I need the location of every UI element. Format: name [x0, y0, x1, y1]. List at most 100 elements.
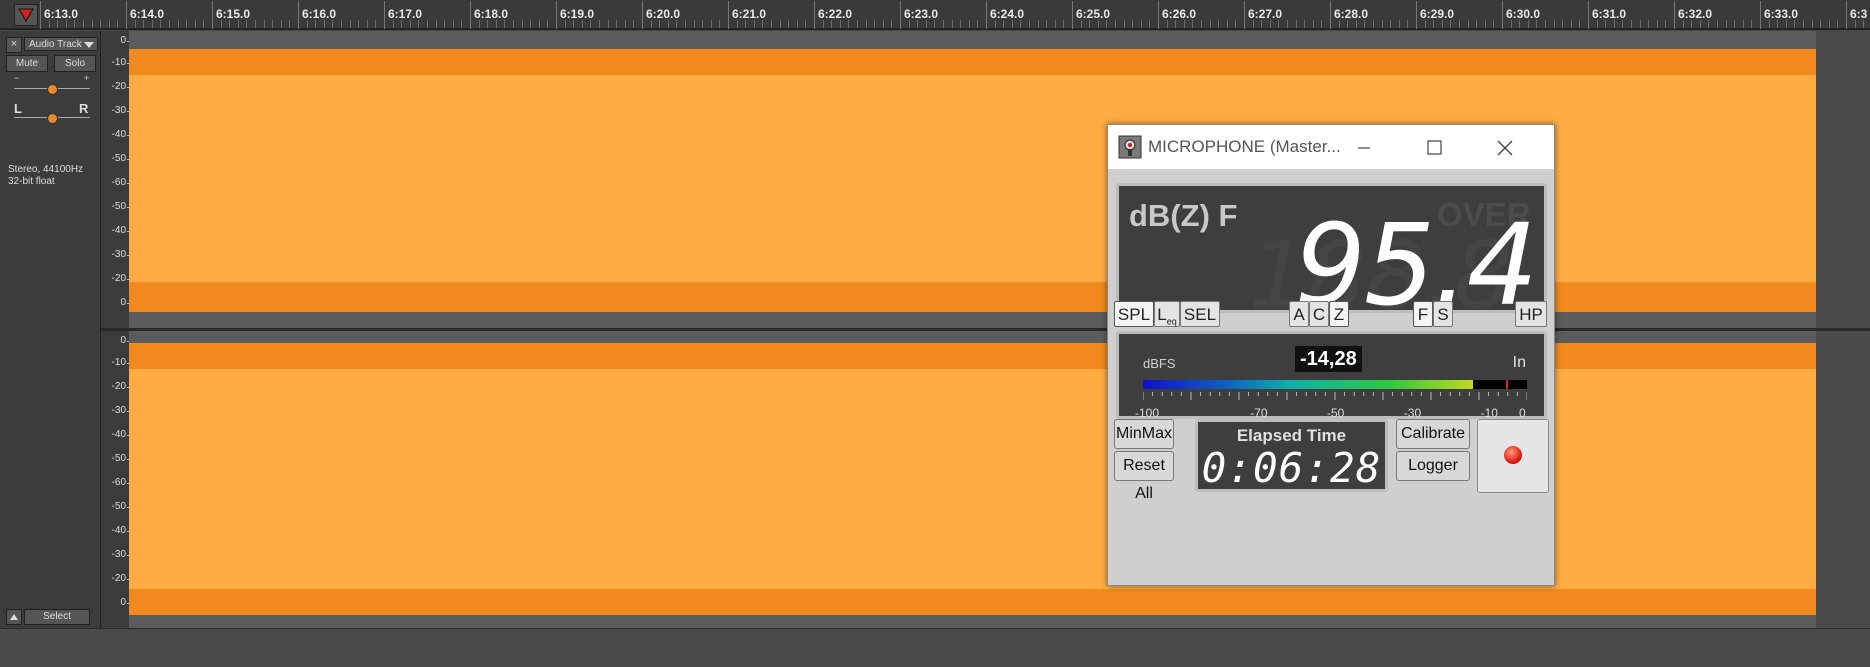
- track-close-button[interactable]: ×: [6, 37, 22, 53]
- ruler-minor-tick: [1631, 20, 1632, 28]
- ruler-minor-tick: [1140, 20, 1142, 28]
- mute-button[interactable]: Mute: [6, 55, 48, 72]
- calibrate-button[interactable]: Calibrate: [1396, 419, 1470, 449]
- ruler-minor-tick: [1519, 20, 1521, 28]
- ruler-minor-tick: [392, 20, 394, 28]
- ruler-minor-tick: [1536, 20, 1538, 28]
- ruler-minor-tick: [1441, 20, 1443, 28]
- ruler-minor-tick: [452, 20, 454, 28]
- timeline-ruler[interactable]: 6:13.0 6:14.0 6:15.0 6:16.0 6:17.0 6:18.0 6:19…: [0, 0, 1870, 30]
- ruler-minor-tick: [177, 20, 179, 28]
- track-name-menu[interactable]: Audio Track: [24, 37, 98, 51]
- ruler-minor-tick: [1613, 20, 1615, 28]
- waveform-end: [1816, 331, 1870, 628]
- select-track-button[interactable]: Select: [24, 609, 90, 625]
- ruler-minor-tick: [1407, 20, 1409, 28]
- db-scale-right-channel: 0 -10 -20 -30 -40 -50 -60 -50 -40 -30 -20 0: [101, 331, 131, 628]
- elapsed-time-panel: Elapsed Time 0:06:28: [1195, 419, 1388, 492]
- ruler-minor-tick: [1742, 20, 1744, 28]
- ruler-minor-tick: [151, 20, 153, 28]
- ruler-minor-tick: [1235, 20, 1237, 28]
- collapse-track-button[interactable]: [6, 609, 22, 625]
- leq-mode-button[interactable]: Leq: [1154, 301, 1180, 327]
- ruler-minor-tick: [1622, 20, 1624, 28]
- spl-display: dB(Z) F OVER 188.8 95.4: [1116, 183, 1547, 329]
- ruler-tick-label: 6:23.0: [899, 1, 939, 29]
- record-button[interactable]: [1477, 419, 1549, 493]
- waveform-end: [1816, 31, 1870, 328]
- fast-response-button[interactable]: F: [1413, 301, 1433, 327]
- spl-meter-window[interactable]: MICROPHONE (Master... dB(Z) F OVER 188.8…: [1107, 124, 1555, 586]
- ruler-minor-tick: [573, 20, 575, 28]
- ruler-minor-tick: [160, 20, 162, 28]
- ruler-minor-tick: [1080, 20, 1082, 28]
- ruler-minor-tick: [1682, 20, 1684, 28]
- ruler-tick-label: 6:30.0: [1501, 1, 1541, 29]
- ruler-minor-tick: [323, 20, 325, 28]
- pan-slider-handle[interactable]: [47, 113, 58, 124]
- ruler-tick-label: 6:19.0: [555, 1, 595, 29]
- db-scale-label: -50: [111, 453, 131, 464]
- ruler-minor-tick: [1287, 20, 1288, 28]
- minimize-button[interactable]: [1334, 131, 1394, 163]
- ruler-tick-label: 6:27.0: [1243, 1, 1283, 29]
- db-scale-label: 0: [120, 35, 130, 46]
- gain-slider-handle[interactable]: [47, 84, 58, 95]
- maximize-button[interactable]: [1404, 131, 1464, 163]
- ruler-minor-tick: [951, 20, 953, 28]
- sel-mode-button[interactable]: SEL: [1180, 301, 1220, 327]
- ruler-tick-label: 6:26.0: [1157, 1, 1197, 29]
- ruler-minor-tick: [1863, 20, 1865, 28]
- waveform-left-channel[interactable]: [129, 31, 1870, 328]
- ruler-minor-tick: [1037, 20, 1039, 28]
- ruler-minor-tick: [1046, 20, 1048, 28]
- ruler-minor-tick: [1398, 20, 1400, 28]
- ruler-minor-tick: [1854, 20, 1856, 28]
- play-head-button[interactable]: [14, 4, 38, 26]
- ruler-minor-tick: [341, 20, 342, 28]
- weighting-c-button[interactable]: C: [1309, 301, 1329, 327]
- weighting-z-button[interactable]: Z: [1329, 301, 1349, 327]
- db-scale-label: -30: [111, 249, 131, 260]
- ruler-tick-label: 6:32.0: [1673, 1, 1713, 29]
- ruler-minor-tick: [1261, 20, 1263, 28]
- ruler-minor-tick: [1278, 20, 1280, 28]
- close-button[interactable]: [1474, 131, 1534, 163]
- ruler-minor-tick: [1338, 20, 1340, 28]
- ruler-minor-tick: [736, 20, 738, 28]
- db-scale-label: -20: [111, 381, 131, 392]
- ruler-tick-label: 6:31.0: [1587, 1, 1627, 29]
- ruler-minor-tick: [968, 20, 970, 28]
- ruler-minor-tick: [1803, 20, 1804, 28]
- slow-response-button[interactable]: S: [1433, 301, 1453, 327]
- hp-filter-button[interactable]: HP: [1515, 301, 1547, 327]
- db-scale-label: -50: [111, 153, 131, 164]
- waveform-right-channel[interactable]: [129, 331, 1870, 628]
- level-scale-label: -50: [1327, 406, 1345, 420]
- ruler-minor-tick: [1510, 20, 1512, 28]
- ruler-minor-tick: [1725, 20, 1727, 28]
- ruler-minor-tick: [366, 20, 368, 28]
- ruler-tick-label: 6:24.0: [985, 1, 1025, 29]
- ruler-minor-tick: [1295, 20, 1297, 28]
- input-label: In: [1512, 354, 1526, 371]
- pan-left-label: L: [14, 101, 22, 116]
- ruler-minor-tick: [1321, 20, 1323, 28]
- weighting-a-button[interactable]: A: [1289, 301, 1309, 327]
- reset-all-button[interactable]: Reset All: [1114, 451, 1174, 502]
- ruler-minor-tick: [925, 20, 927, 28]
- ruler-minor-tick: [1545, 20, 1546, 28]
- meter-titlebar[interactable]: MICROPHONE (Master...: [1108, 125, 1554, 169]
- db-scale-label: -50: [111, 501, 131, 512]
- logger-button[interactable]: Logger: [1396, 451, 1470, 481]
- solo-button[interactable]: Solo: [54, 55, 96, 72]
- leq-subscript: eq: [1166, 316, 1177, 327]
- minimize-icon: [1358, 147, 1370, 149]
- ruler-minor-tick: [848, 20, 850, 28]
- level-scale-label: -100: [1135, 406, 1160, 420]
- spl-mode-button[interactable]: SPL: [1114, 301, 1154, 327]
- minmax-button[interactable]: MinMax: [1114, 419, 1174, 449]
- gain-minus-label: −: [14, 73, 20, 83]
- ruler-minor-tick: [375, 20, 377, 28]
- ruler-minor-tick: [1553, 20, 1555, 28]
